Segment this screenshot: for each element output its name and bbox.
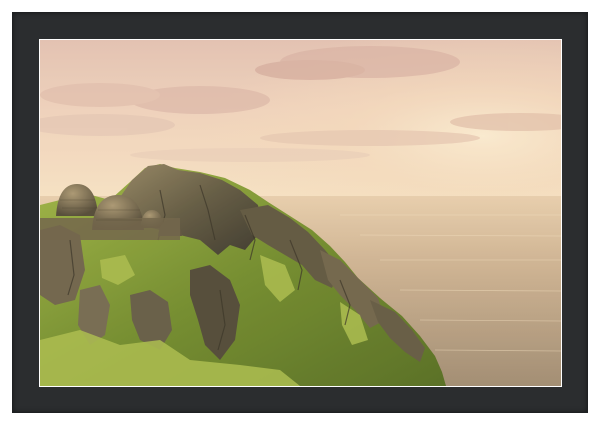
photo-svg (40, 40, 561, 386)
landscape-photo (40, 40, 561, 386)
picture-frame (12, 12, 588, 413)
white-mat (39, 39, 562, 387)
sunset-haze (40, 40, 561, 386)
